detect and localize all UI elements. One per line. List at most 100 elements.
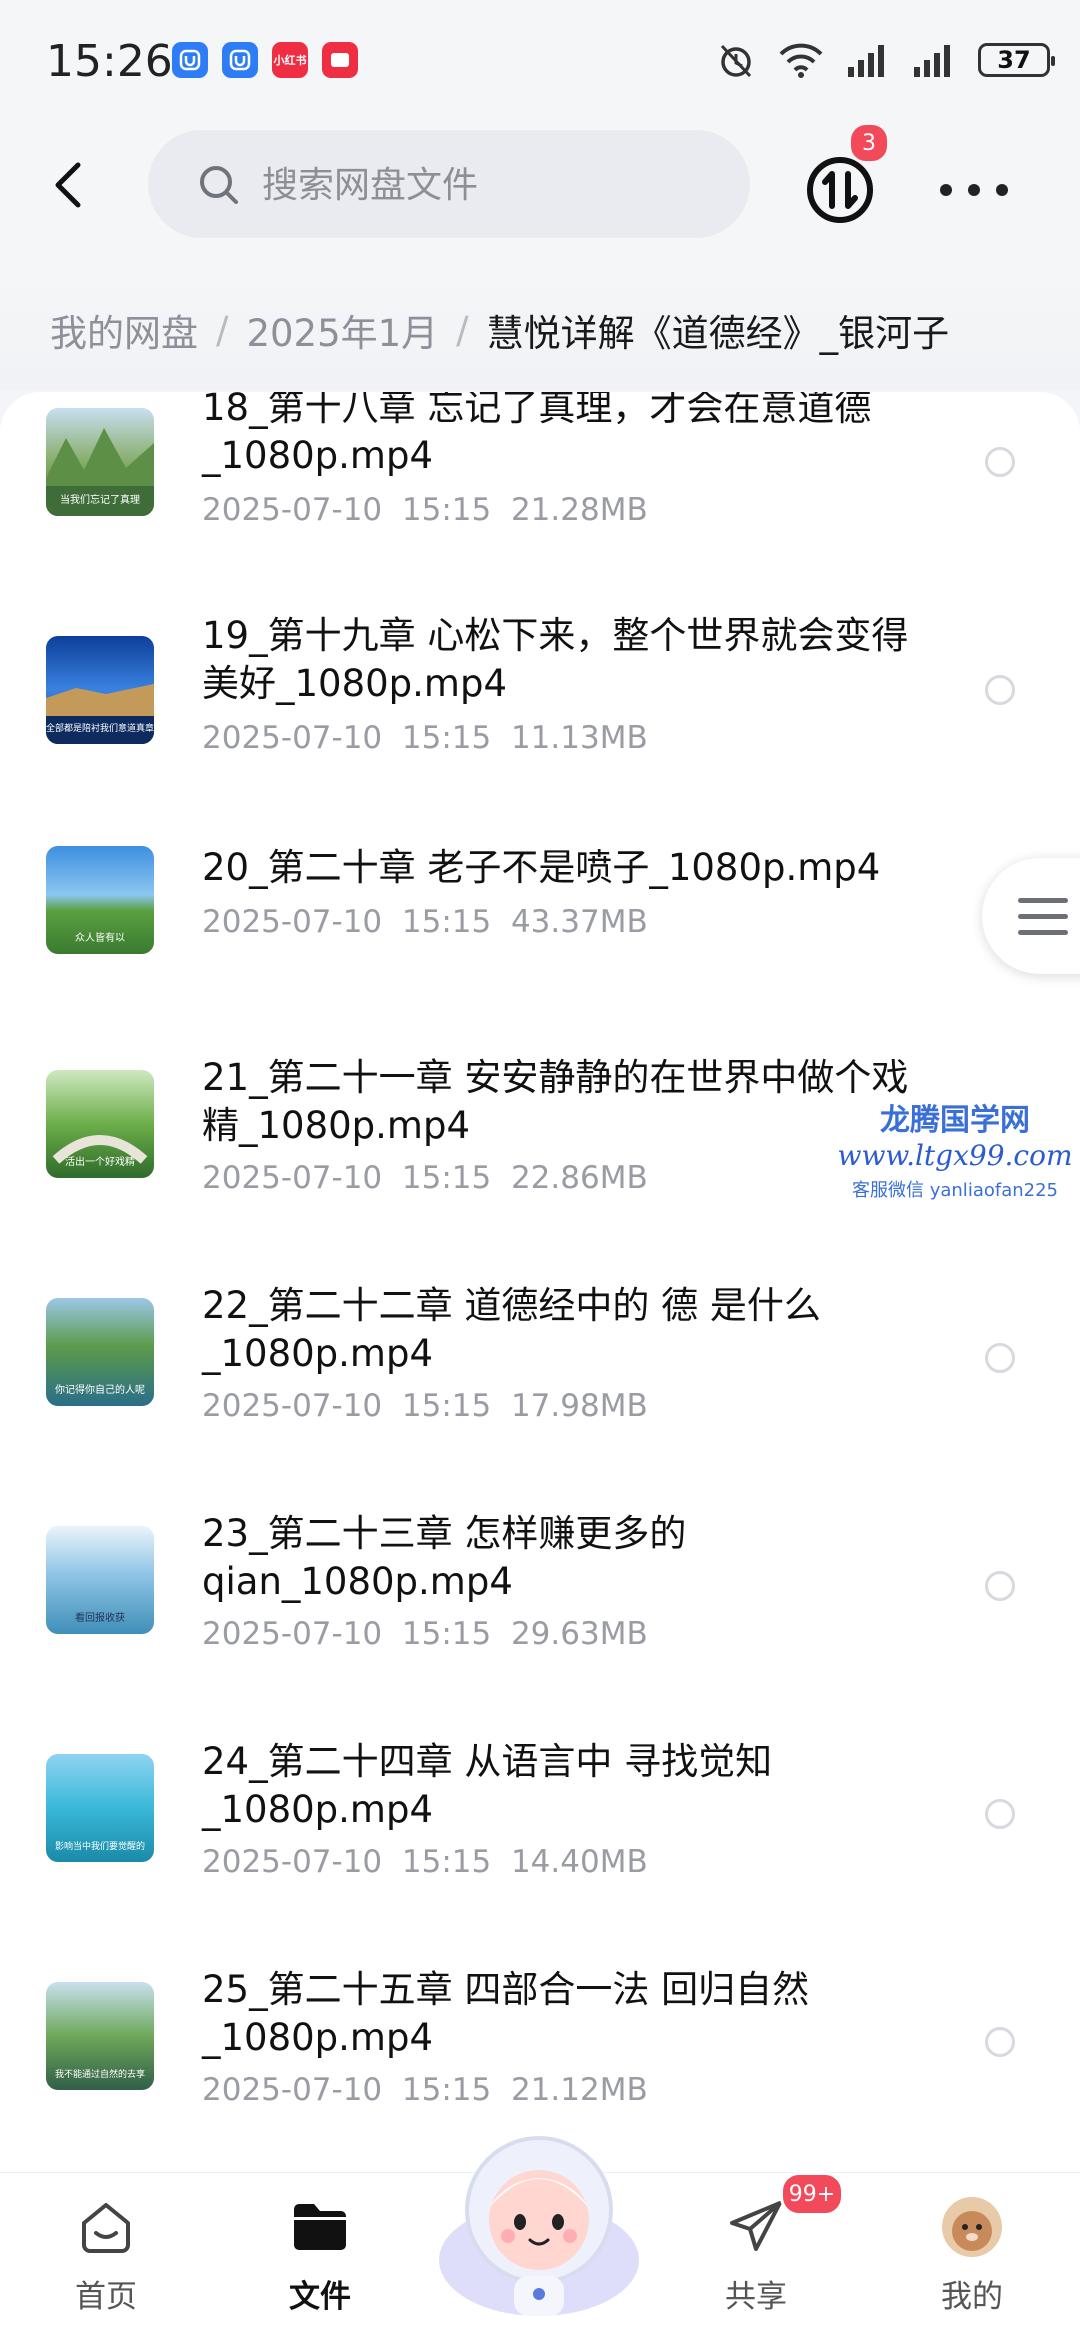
- watermark: 龙腾国学网 www.ltgx99.com 客服微信 yanliaofan225: [830, 1095, 1080, 1202]
- file-date: 2025-07-10: [202, 720, 383, 756]
- video-thumbnail: 我不能通过自然的去享: [46, 1982, 154, 2090]
- app-u-icon: [172, 42, 208, 78]
- select-checkbox[interactable]: [985, 2027, 1015, 2057]
- file-row[interactable]: 你记得你自己的人呢 22_第二十二章 道德经中的 德 是什么_1080p.mp4…: [0, 1282, 1080, 1510]
- header: [0, 120, 1080, 270]
- thumbnail-caption: 你记得你自己的人呢: [55, 1385, 145, 1396]
- file-date: 2025-07-10: [202, 1160, 383, 1196]
- thumbnail-caption: 我不能通过自然的去享: [54, 2070, 145, 2080]
- search-bar[interactable]: [148, 130, 750, 238]
- file-time: 15:15: [401, 2072, 492, 2108]
- select-checkbox[interactable]: [985, 447, 1015, 477]
- paper-plane-icon: [730, 2201, 782, 2251]
- file-name: 20_第二十章 老子不是喷子_1080p.mp4: [202, 846, 881, 889]
- file-date: 2025-07-10: [202, 1388, 383, 1424]
- file-date: 2025-07-10: [202, 1844, 383, 1880]
- select-checkbox[interactable]: [985, 1799, 1015, 1829]
- video-thumbnail: 众人皆有以: [46, 846, 154, 954]
- transfer-badge: 3: [848, 122, 890, 164]
- search-icon: [200, 166, 238, 204]
- video-thumbnail: 活出一个好戏精: [46, 1070, 154, 1178]
- file-date: 2025-07-10: [202, 2072, 383, 2108]
- signal-icon: [848, 45, 884, 77]
- tab-files[interactable]: 文件: [250, 2173, 390, 2325]
- more-options-button[interactable]: [940, 160, 1008, 220]
- file-size: 21.12MB: [510, 2072, 648, 2108]
- watermark-url: www.ltgx99.com: [837, 1139, 1073, 1172]
- file-time: 15:15: [401, 1844, 492, 1880]
- file-time: 15:15: [401, 1160, 492, 1196]
- file-meta: 2025-07-10 15:15 43.37MB: [202, 904, 648, 940]
- status-time: 15:26: [46, 36, 173, 87]
- file-date: 2025-07-10: [202, 492, 383, 528]
- file-date: 2025-07-10: [202, 904, 383, 940]
- file-meta: 2025-07-10 15:15 29.63MB: [202, 1616, 648, 1652]
- xiaohongshu-icon: 小红书: [272, 42, 308, 78]
- tab-label: 首页: [75, 2279, 137, 2315]
- file-row[interactable]: 全部都是陪衬我们意道真章 19_第十九章 心松下来，整个世界就会变得美好_108…: [0, 606, 1080, 834]
- select-checkbox[interactable]: [985, 1343, 1015, 1373]
- file-name: 19_第十九章 心松下来，整个世界就会变得美好_1080p.mp4: [202, 614, 909, 705]
- thumbnail-caption: 影响当中我们要觉醒的: [54, 1842, 145, 1852]
- file-time: 15:15: [401, 492, 492, 528]
- file-size: 11.13MB: [510, 720, 648, 756]
- select-checkbox[interactable]: [985, 1571, 1015, 1601]
- file-name: 25_第二十五章 四部合一法 回归自然_1080p.mp4: [202, 1968, 810, 2059]
- file-meta: 2025-07-10 15:15 17.98MB: [202, 1388, 648, 1424]
- watermark-contact: 客服微信 yanliaofan225: [852, 1180, 1058, 1201]
- file-name: 18_第十八章 忘记了真理，才会在意道德_1080p.mp4: [202, 392, 872, 477]
- wifi-icon: [779, 43, 823, 78]
- thumbnail-caption: 全部都是陪衬我们意道真章: [46, 724, 154, 734]
- breadcrumb-item-current: 慧悦详解《道德经》_银河子: [486, 312, 950, 355]
- tab-label: 文件: [289, 2279, 351, 2315]
- thumbnail-caption: 众人皆有以: [75, 933, 125, 944]
- file-row[interactable]: 看回报收获 23_第二十三章 怎样赚更多的qian_1080p.mp4 2025…: [0, 1510, 1080, 1738]
- home-icon: [82, 2203, 130, 2253]
- alarm-icon: [720, 44, 752, 78]
- app-u-icon: [222, 42, 258, 78]
- file-meta: 2025-07-10 15:15 21.12MB: [202, 2072, 648, 2108]
- breadcrumb: 我的网盘 / 2025年1月 / 慧悦详解《道德经》_银河子: [0, 270, 1080, 390]
- breadcrumb-item-root[interactable]: 我的网盘: [50, 303, 198, 357]
- file-meta: 2025-07-10 15:15 21.28MB: [202, 492, 648, 528]
- tab-label: 共享: [725, 2279, 787, 2315]
- folder-icon: [294, 2204, 346, 2250]
- file-time: 15:15: [401, 904, 492, 940]
- thumbnail-caption: 看回报收获: [75, 1613, 125, 1624]
- file-size: 21.28MB: [510, 492, 648, 528]
- file-row[interactable]: 众人皆有以 20_第二十章 老子不是喷子_1080p.mp4 2025-07-1…: [0, 834, 1080, 1062]
- file-row[interactable]: 当我们忘记了真理 18_第十八章 忘记了真理，才会在意道德_1080p.mp4 …: [0, 392, 1080, 606]
- file-size: 43.37MB: [510, 904, 648, 940]
- video-thumbnail: 你记得你自己的人呢: [46, 1298, 154, 1406]
- tab-home[interactable]: 首页: [36, 2173, 176, 2325]
- file-size: 22.86MB: [510, 1160, 648, 1196]
- app-red-icon: [322, 42, 358, 78]
- video-thumbnail: 全部都是陪衬我们意道真章: [46, 636, 154, 744]
- breadcrumb-item-folder[interactable]: 2025年1月: [246, 303, 438, 357]
- video-thumbnail: 当我们忘记了真理: [46, 408, 154, 516]
- video-thumbnail: 看回报收获: [46, 1526, 154, 1634]
- file-name: 22_第二十二章 道德经中的 德 是什么_1080p.mp4: [202, 1284, 821, 1375]
- file-name: 23_第二十三章 怎样赚更多的qian_1080p.mp4: [202, 1512, 687, 1603]
- tab-me[interactable]: 我的: [902, 2173, 1042, 2325]
- select-checkbox[interactable]: [985, 675, 1015, 705]
- video-thumbnail: 影响当中我们要觉醒的: [46, 1754, 154, 1862]
- file-time: 15:15: [401, 720, 492, 756]
- thumbnail-caption: 活出一个好戏精: [65, 1157, 135, 1168]
- watermark-title: 龙腾国学网: [880, 1103, 1030, 1138]
- file-meta: 2025-07-10 15:15 14.40MB: [202, 1844, 648, 1880]
- signal-icon: [914, 45, 950, 77]
- tab-label: 我的: [941, 2279, 1003, 2315]
- file-row[interactable]: 影响当中我们要觉醒的 24_第二十四章 从语言中 寻找觉知_1080p.mp4 …: [0, 1738, 1080, 1966]
- assistant-mascot-button[interactable]: [432, 2110, 646, 2324]
- file-time: 15:15: [401, 1388, 492, 1424]
- search-input[interactable]: [260, 154, 724, 216]
- battery-indicator: 37: [978, 43, 1055, 77]
- file-list: 当我们忘记了真理 18_第十八章 忘记了真理，才会在意道德_1080p.mp4 …: [0, 392, 1080, 2172]
- file-size: 29.63MB: [510, 1616, 648, 1652]
- file-size: 14.40MB: [510, 1844, 648, 1880]
- back-icon[interactable]: [40, 155, 100, 215]
- file-name: 24_第二十四章 从语言中 寻找觉知_1080p.mp4: [202, 1740, 773, 1831]
- file-date: 2025-07-10: [202, 1616, 383, 1652]
- thumbnail-caption: 当我们忘记了真理: [60, 495, 140, 506]
